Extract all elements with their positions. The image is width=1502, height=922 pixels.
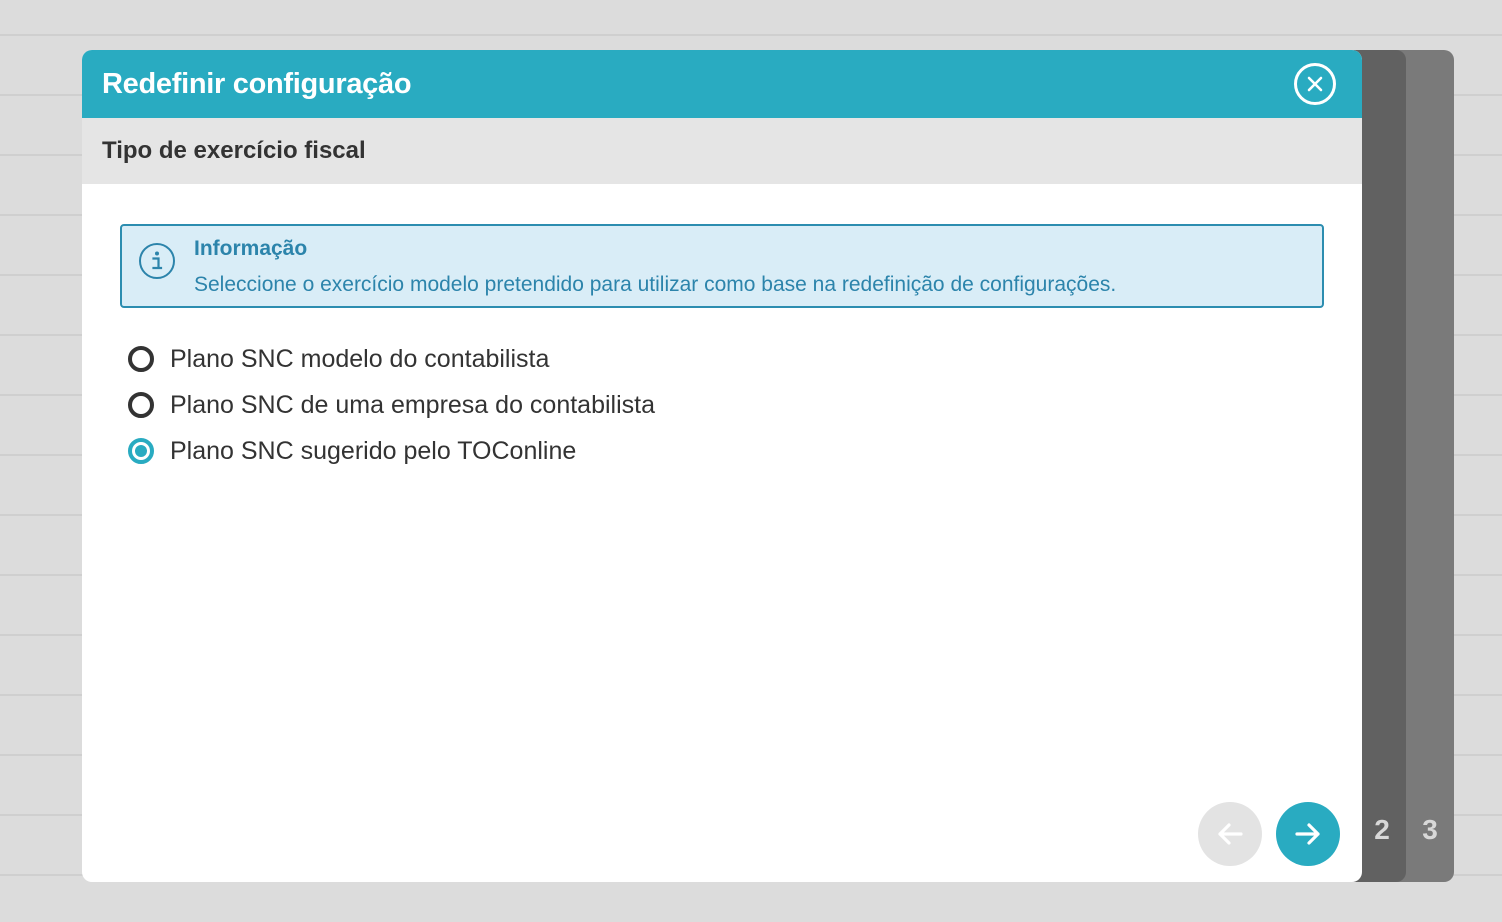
option-label: Plano SNC modelo do contabilista [170, 344, 550, 373]
option-accountant-company-plan[interactable]: Plano SNC de uma empresa do contabilista [128, 382, 655, 428]
arrow-left-icon [1218, 823, 1243, 845]
close-circle-icon [1307, 76, 1323, 92]
option-label: Plano SNC de uma empresa do contabilista [170, 390, 655, 419]
option-toconline-suggested-plan[interactable]: Plano SNC sugerido pelo TOConline [128, 428, 655, 474]
close-button[interactable] [1294, 63, 1336, 105]
fiscal-plan-options: Plano SNC modelo do contabilista Plano S… [128, 336, 655, 474]
step-number-2[interactable]: 2 [1362, 814, 1402, 890]
info-title: Informação [194, 237, 308, 260]
radio-accountant-model-plan[interactable] [128, 346, 154, 372]
option-label: Plano SNC sugerido pelo TOConline [170, 436, 577, 465]
arrow-right-icon [1295, 823, 1320, 845]
next-button[interactable] [1276, 802, 1340, 866]
section-header: Tipo de exercício fiscal [82, 118, 1362, 184]
reset-configuration-dialog: Redefinir configuração Tipo de exercício… [82, 50, 1362, 882]
radio-accountant-company-plan[interactable] [128, 392, 154, 418]
dialog-title: Redefinir configuração [102, 67, 412, 100]
info-alert: Informação Seleccione o exercício modelo… [120, 224, 1324, 308]
section-title: Tipo de exercício fiscal [102, 137, 366, 164]
previous-button[interactable] [1198, 802, 1262, 866]
option-accountant-model-plan[interactable]: Plano SNC modelo do contabilista [128, 336, 655, 382]
info-text: Seleccione o exercício modelo pretendido… [194, 273, 1117, 296]
radio-toconline-suggested-plan[interactable] [128, 438, 154, 464]
dialog-header: Redefinir configuração [82, 50, 1362, 118]
info-icon [139, 243, 175, 279]
step-number-3[interactable]: 3 [1410, 814, 1450, 890]
